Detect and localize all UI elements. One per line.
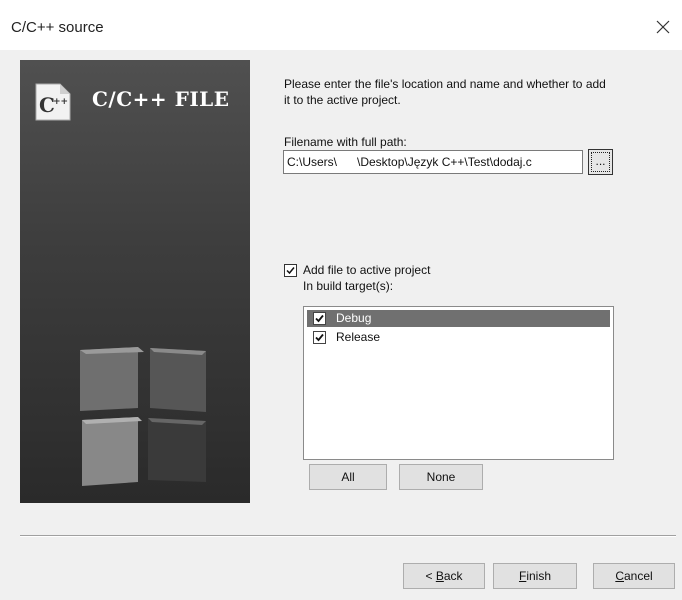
window-title: C/C++ source (11, 19, 104, 36)
add-to-project-label: Add file to active project (303, 263, 431, 277)
footer-separator (20, 535, 676, 537)
finish-rest: inish (526, 569, 552, 583)
cancel-mnemonic: C (615, 569, 624, 583)
build-target-release[interactable]: Release (307, 329, 610, 346)
browse-button[interactable]: ... (588, 149, 613, 175)
filename-label: Filename with full path: (284, 135, 407, 149)
title-bar: C/C++ source (0, 0, 682, 50)
back-prefix: < (425, 569, 436, 583)
build-target-debug[interactable]: Debug (307, 310, 610, 327)
release-checkbox[interactable] (313, 331, 326, 344)
debug-checkbox[interactable] (313, 312, 326, 325)
svg-text:++: ++ (53, 97, 68, 107)
cancel-rest: ancel (623, 569, 653, 583)
filename-input[interactable] (283, 150, 583, 174)
close-icon[interactable] (650, 14, 676, 40)
cancel-button[interactable]: Cancel (593, 563, 675, 589)
wizard-side-panel: C ++ C/C++ FILE (20, 60, 250, 503)
back-mnemonic: B (435, 569, 444, 583)
none-button[interactable]: None (399, 464, 483, 490)
build-targets-label: In build target(s): (303, 279, 394, 293)
cubes-graphic (80, 347, 206, 486)
finish-button[interactable]: Finish (493, 563, 577, 589)
build-targets-list[interactable]: Debug Release (303, 306, 614, 460)
back-button[interactable]: < Back (403, 563, 485, 589)
build-target-label: Release (336, 330, 381, 344)
instructions-text: Please enter the file's location and nam… (284, 77, 606, 107)
build-target-label: Debug (336, 311, 372, 325)
add-to-project-checkbox[interactable] (284, 264, 297, 277)
banner-title: C/C++ FILE (92, 87, 230, 111)
all-button[interactable]: All (309, 464, 387, 490)
cpp-file-icon: C ++ (34, 82, 72, 122)
back-rest: ack (443, 569, 463, 583)
